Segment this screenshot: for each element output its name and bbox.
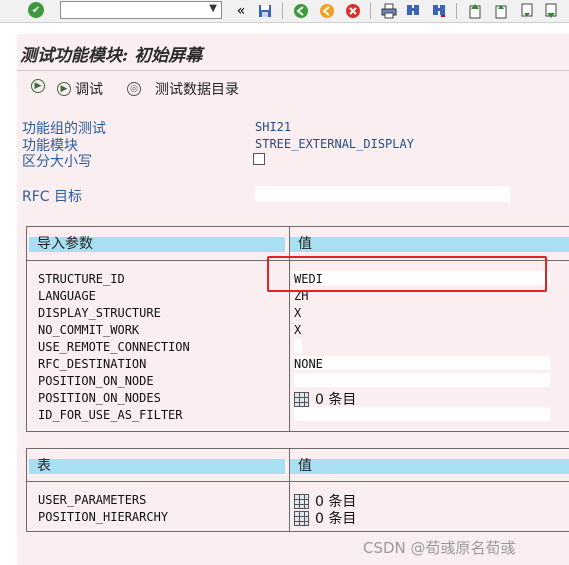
param-rfc-destination-value: NONE — [294, 357, 323, 371]
command-field[interactable]: ▼ — [60, 1, 222, 19]
header-divider — [26, 481, 569, 482]
watermark: CSDN @荀彧原名荀彧 — [363, 539, 516, 557]
param-use-remote-connection: USE_REMOTE_CONNECTION — [38, 340, 190, 354]
param-rfc-destination-input[interactable] — [294, 356, 550, 370]
entry-count: 0 条目 — [315, 392, 357, 408]
toolbar-divider — [282, 3, 283, 19]
param-position-on-node: POSITION_ON_NODE — [38, 374, 154, 388]
param-id-for-use-as-filter: ID_FOR_USE_AS_FILTER — [38, 408, 183, 422]
page-title: 测试功能模块: 初始屏幕 — [20, 46, 203, 66]
table-grid-icon[interactable] — [294, 391, 309, 407]
enter-icon[interactable]: ✔ — [28, 2, 44, 18]
toolbar-divider — [456, 3, 457, 19]
execute-icon: ▶ — [31, 79, 45, 93]
system-toolbar: ✔ ▼ « — [0, 0, 569, 23]
function-group-value: SHI21 — [255, 120, 292, 134]
next-page-icon[interactable] — [518, 2, 536, 20]
first-page-icon[interactable] — [466, 2, 484, 20]
param-display-structure: DISPLAY_STRUCTURE — [38, 306, 161, 320]
table-grid-icon[interactable] — [294, 510, 309, 526]
save-icon[interactable] — [256, 2, 274, 20]
application-toolbar: ▶ ▶ 调试 ◎ 测试数据目录 — [17, 71, 569, 105]
test-data-icon: ◎ — [127, 82, 141, 96]
prev-page-icon[interactable] — [492, 2, 510, 20]
table-user-parameters: USER_PARAMETERS — [38, 493, 147, 507]
find-next-icon[interactable] — [430, 2, 448, 20]
param-no-commit-work: NO_COMMIT_WORK — [38, 323, 140, 337]
cancel-icon[interactable] — [344, 2, 362, 20]
param-position-on-nodes-value[interactable]: 0 条目 — [294, 389, 356, 409]
function-module-value: STREE_EXTERNAL_DISPLAY — [255, 137, 414, 151]
param-rfc-destination: RFC_DESTINATION — [38, 357, 147, 371]
highlight-annotation — [267, 256, 547, 292]
toolbar-divider — [370, 3, 371, 19]
last-page-icon[interactable] — [542, 2, 560, 20]
case-sensitive-label: 区分大小写 — [22, 154, 92, 170]
print-icon[interactable] — [380, 2, 398, 20]
exit-icon[interactable] — [318, 2, 336, 20]
chevron-down-icon[interactable]: ▼ — [209, 3, 217, 14]
tables-header: 表 — [29, 459, 285, 474]
debug-icon: ▶ — [57, 82, 71, 96]
param-structure-id: STRUCTURE_ID — [38, 272, 125, 286]
param-position-on-nodes: POSITION_ON_NODES — [38, 391, 161, 405]
param-language: LANGUAGE — [38, 289, 96, 303]
table-position-hierarchy: POSITION_HIERARCHY — [38, 510, 169, 524]
test-data-directory-button[interactable]: ◎ 测试数据目录 — [127, 79, 239, 99]
table-grid-icon[interactable] — [294, 493, 309, 509]
value-column-header: 值 — [290, 237, 569, 252]
param-use-remote-connection-input[interactable] — [294, 339, 302, 353]
rfc-target-input[interactable] — [255, 186, 510, 202]
back-icon[interactable] — [292, 2, 310, 20]
table-position-hierarchy-value[interactable]: 0 条目 — [294, 508, 356, 528]
case-sensitive-checkbox[interactable] — [253, 153, 265, 165]
param-id-for-use-as-filter-input[interactable] — [294, 407, 550, 421]
rfc-target-label: RFC 目标 — [22, 189, 83, 205]
test-data-label: 测试数据目录 — [155, 82, 239, 98]
param-display-structure-value[interactable]: X — [294, 306, 301, 320]
debug-button[interactable]: ▶ 调试 — [57, 79, 103, 99]
import-params-header: 导入参数 — [29, 237, 285, 252]
entry-count: 0 条目 — [315, 511, 357, 527]
execute-button[interactable]: ▶ — [31, 79, 49, 93]
param-position-on-node-input[interactable] — [294, 373, 550, 387]
tables-value-header: 值 — [290, 459, 569, 474]
debug-label: 调试 — [75, 82, 103, 98]
find-icon[interactable] — [404, 2, 422, 20]
back-arrow-icon[interactable]: « — [232, 2, 250, 20]
param-no-commit-work-value[interactable]: X — [294, 323, 301, 337]
